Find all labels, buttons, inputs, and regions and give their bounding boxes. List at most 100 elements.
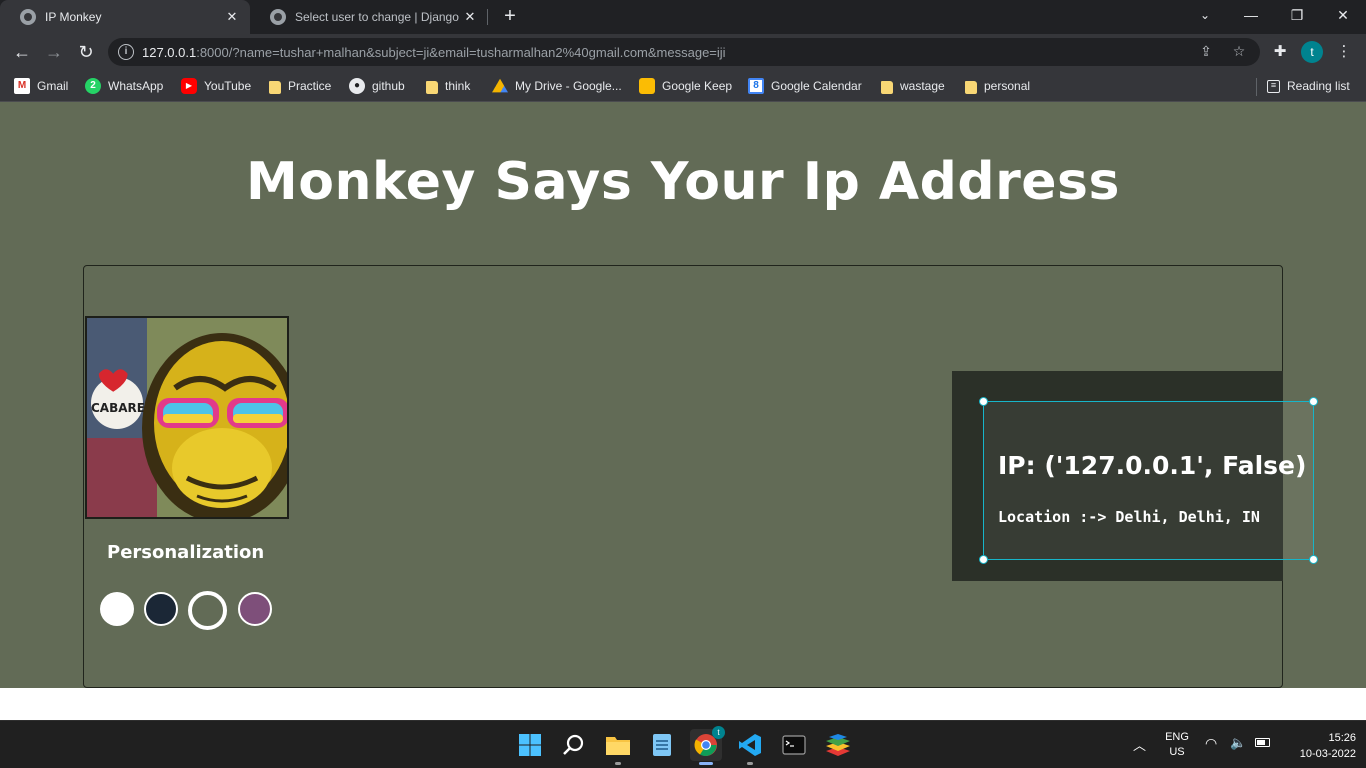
language-indicator[interactable]: ENG US <box>1160 730 1194 760</box>
windows-logo-icon <box>519 734 541 756</box>
globe-icon <box>270 9 286 25</box>
bookmark-google-keep[interactable]: Google Keep <box>639 77 732 95</box>
tab-django-admin[interactable]: Select user to change | Django sit ✕ <box>250 0 488 34</box>
page-heading: Monkey Says Your Ip Address <box>246 152 1120 212</box>
back-button[interactable]: ← <box>10 40 34 64</box>
tab-title: IP Monkey <box>45 10 102 24</box>
tab-separator <box>487 9 488 25</box>
youtube-icon: ▶ <box>181 78 197 94</box>
bookmarks-bar: M Gmail 2 WhatsApp ▶ YouTube Practice ● … <box>0 70 1366 102</box>
page-footer-strip <box>0 688 1366 720</box>
google-calendar-icon: 8 <box>748 78 764 94</box>
notepad-button[interactable] <box>646 729 678 761</box>
file-explorer-button[interactable] <box>602 729 634 765</box>
bookmark-personal[interactable]: personal <box>965 77 1030 95</box>
bluestacks-button[interactable] <box>822 729 854 761</box>
theme-swatch-plum[interactable] <box>238 592 272 626</box>
resize-handle-top-left[interactable] <box>979 397 988 406</box>
selection-overlay-box[interactable] <box>979 397 1318 564</box>
search-icon <box>563 734 584 755</box>
monkey-graffiti-image: CABARETE Beach <box>85 316 289 519</box>
bookmark-wastage[interactable]: wastage <box>881 77 945 95</box>
site-info-icon[interactable]: i <box>118 44 134 60</box>
vscode-icon <box>739 734 761 756</box>
bookmarks-separator <box>1256 78 1257 96</box>
volume-icon[interactable]: 🔈 <box>1230 735 1246 751</box>
bookmark-github[interactable]: ● github <box>349 77 405 95</box>
bookmark-practice[interactable]: Practice <box>269 77 331 95</box>
github-icon: ● <box>349 78 365 94</box>
new-tab-button[interactable]: + <box>498 5 522 29</box>
active-indicator <box>699 762 713 765</box>
whatsapp-icon: 2 <box>85 78 101 94</box>
close-tab-icon[interactable]: ✕ <box>224 9 240 25</box>
extensions-icon[interactable]: ✚ <box>1270 42 1290 62</box>
bookmark-youtube[interactable]: ▶ YouTube <box>181 77 251 95</box>
tab-title: Select user to change | Django sit <box>295 10 462 24</box>
clock-date: 10-03-2022 <box>1299 748 1356 760</box>
folder-icon <box>269 80 281 94</box>
bookmark-whatsapp[interactable]: 2 WhatsApp <box>85 77 163 95</box>
bookmark-google-calendar[interactable]: 8 Google Calendar <box>748 77 862 95</box>
windows-taskbar: t ︿ ENG US ◠ 🔈 15:26 10-03-2022 <box>0 720 1366 768</box>
theme-swatch-olive-selected[interactable] <box>188 591 227 630</box>
battery-icon[interactable] <box>1255 738 1270 747</box>
wifi-icon[interactable]: ◠ <box>1205 735 1217 752</box>
minimize-button[interactable]: — <box>1228 0 1274 30</box>
resize-handle-bottom-left[interactable] <box>979 555 988 564</box>
reload-button[interactable]: ↻ <box>74 40 98 64</box>
bookmark-think[interactable]: think <box>426 77 470 95</box>
menu-kebab-icon[interactable]: ⋮ <box>1334 42 1354 62</box>
theme-swatch-white[interactable] <box>100 592 134 626</box>
content-card: CABARETE Beach Personalization IP: ('127… <box>83 265 1318 688</box>
resize-handle-top-right[interactable] <box>1309 397 1318 406</box>
terminal-icon <box>782 735 806 755</box>
gmail-icon: M <box>14 78 30 94</box>
profile-avatar[interactable]: t <box>1301 41 1323 63</box>
forward-button[interactable]: → <box>42 40 66 64</box>
reading-list-button[interactable]: ≡ Reading list <box>1267 77 1350 95</box>
close-window-button[interactable]: ✕ <box>1320 0 1366 30</box>
browser-toolbar: ← → ↻ i 127.0.0.1:8000/?name=tushar+malh… <box>0 34 1366 70</box>
theme-swatch-navy[interactable] <box>144 592 178 626</box>
reading-list-icon: ≡ <box>1267 79 1280 93</box>
search-button[interactable] <box>558 729 590 761</box>
folder-icon <box>965 80 977 94</box>
bookmark-star-icon[interactable]: ☆ <box>1229 43 1249 61</box>
web-page: Monkey Says Your Ip Address CABARETE Bea… <box>0 102 1366 688</box>
google-drive-icon <box>492 78 508 93</box>
bookmark-my-drive[interactable]: My Drive - Google... <box>492 77 622 95</box>
url-text[interactable]: 127.0.0.1:8000/?name=tushar+malhan&subje… <box>142 45 726 60</box>
address-bar[interactable]: i 127.0.0.1:8000/?name=tushar+malhan&sub… <box>108 38 1260 66</box>
personalization-label: Personalization <box>107 542 265 563</box>
folder-icon <box>606 737 630 755</box>
globe-icon <box>20 9 36 25</box>
tab-ip-monkey[interactable]: IP Monkey ✕ <box>0 0 250 34</box>
region-code: US <box>1169 746 1185 758</box>
tab-strip: IP Monkey ✕ Select user to change | Djan… <box>0 0 1366 34</box>
folder-icon <box>426 80 438 94</box>
language-code: ENG <box>1165 731 1189 743</box>
close-tab-icon[interactable]: ✕ <box>462 9 478 25</box>
start-button[interactable] <box>514 729 546 761</box>
tab-search-icon[interactable]: ⌄ <box>1182 0 1228 30</box>
monkey-graffiti-illustration: CABARETE Beach <box>87 318 287 517</box>
google-keep-icon <box>639 78 655 94</box>
battery-level <box>1257 740 1265 745</box>
terminal-button[interactable] <box>778 729 810 761</box>
show-hidden-icons-chevron[interactable]: ︿ <box>1133 735 1146 754</box>
chrome-profile-badge: t <box>712 726 725 739</box>
notepad-icon <box>653 734 671 756</box>
running-indicator <box>615 762 621 765</box>
folder-icon <box>881 80 893 94</box>
bookmark-gmail[interactable]: M Gmail <box>14 77 68 95</box>
share-icon[interactable]: ⇪ <box>1196 43 1216 61</box>
clock-time: 15:26 <box>1328 732 1356 744</box>
bluestacks-icon <box>826 734 850 756</box>
chrome-taskbar-button[interactable]: t <box>690 726 725 765</box>
vscode-button[interactable] <box>734 729 766 765</box>
clock[interactable]: 15:26 10-03-2022 <box>1280 730 1356 762</box>
running-indicator <box>747 762 753 765</box>
restore-button[interactable]: ❐ <box>1274 0 1320 30</box>
resize-handle-bottom-right[interactable] <box>1309 555 1318 564</box>
